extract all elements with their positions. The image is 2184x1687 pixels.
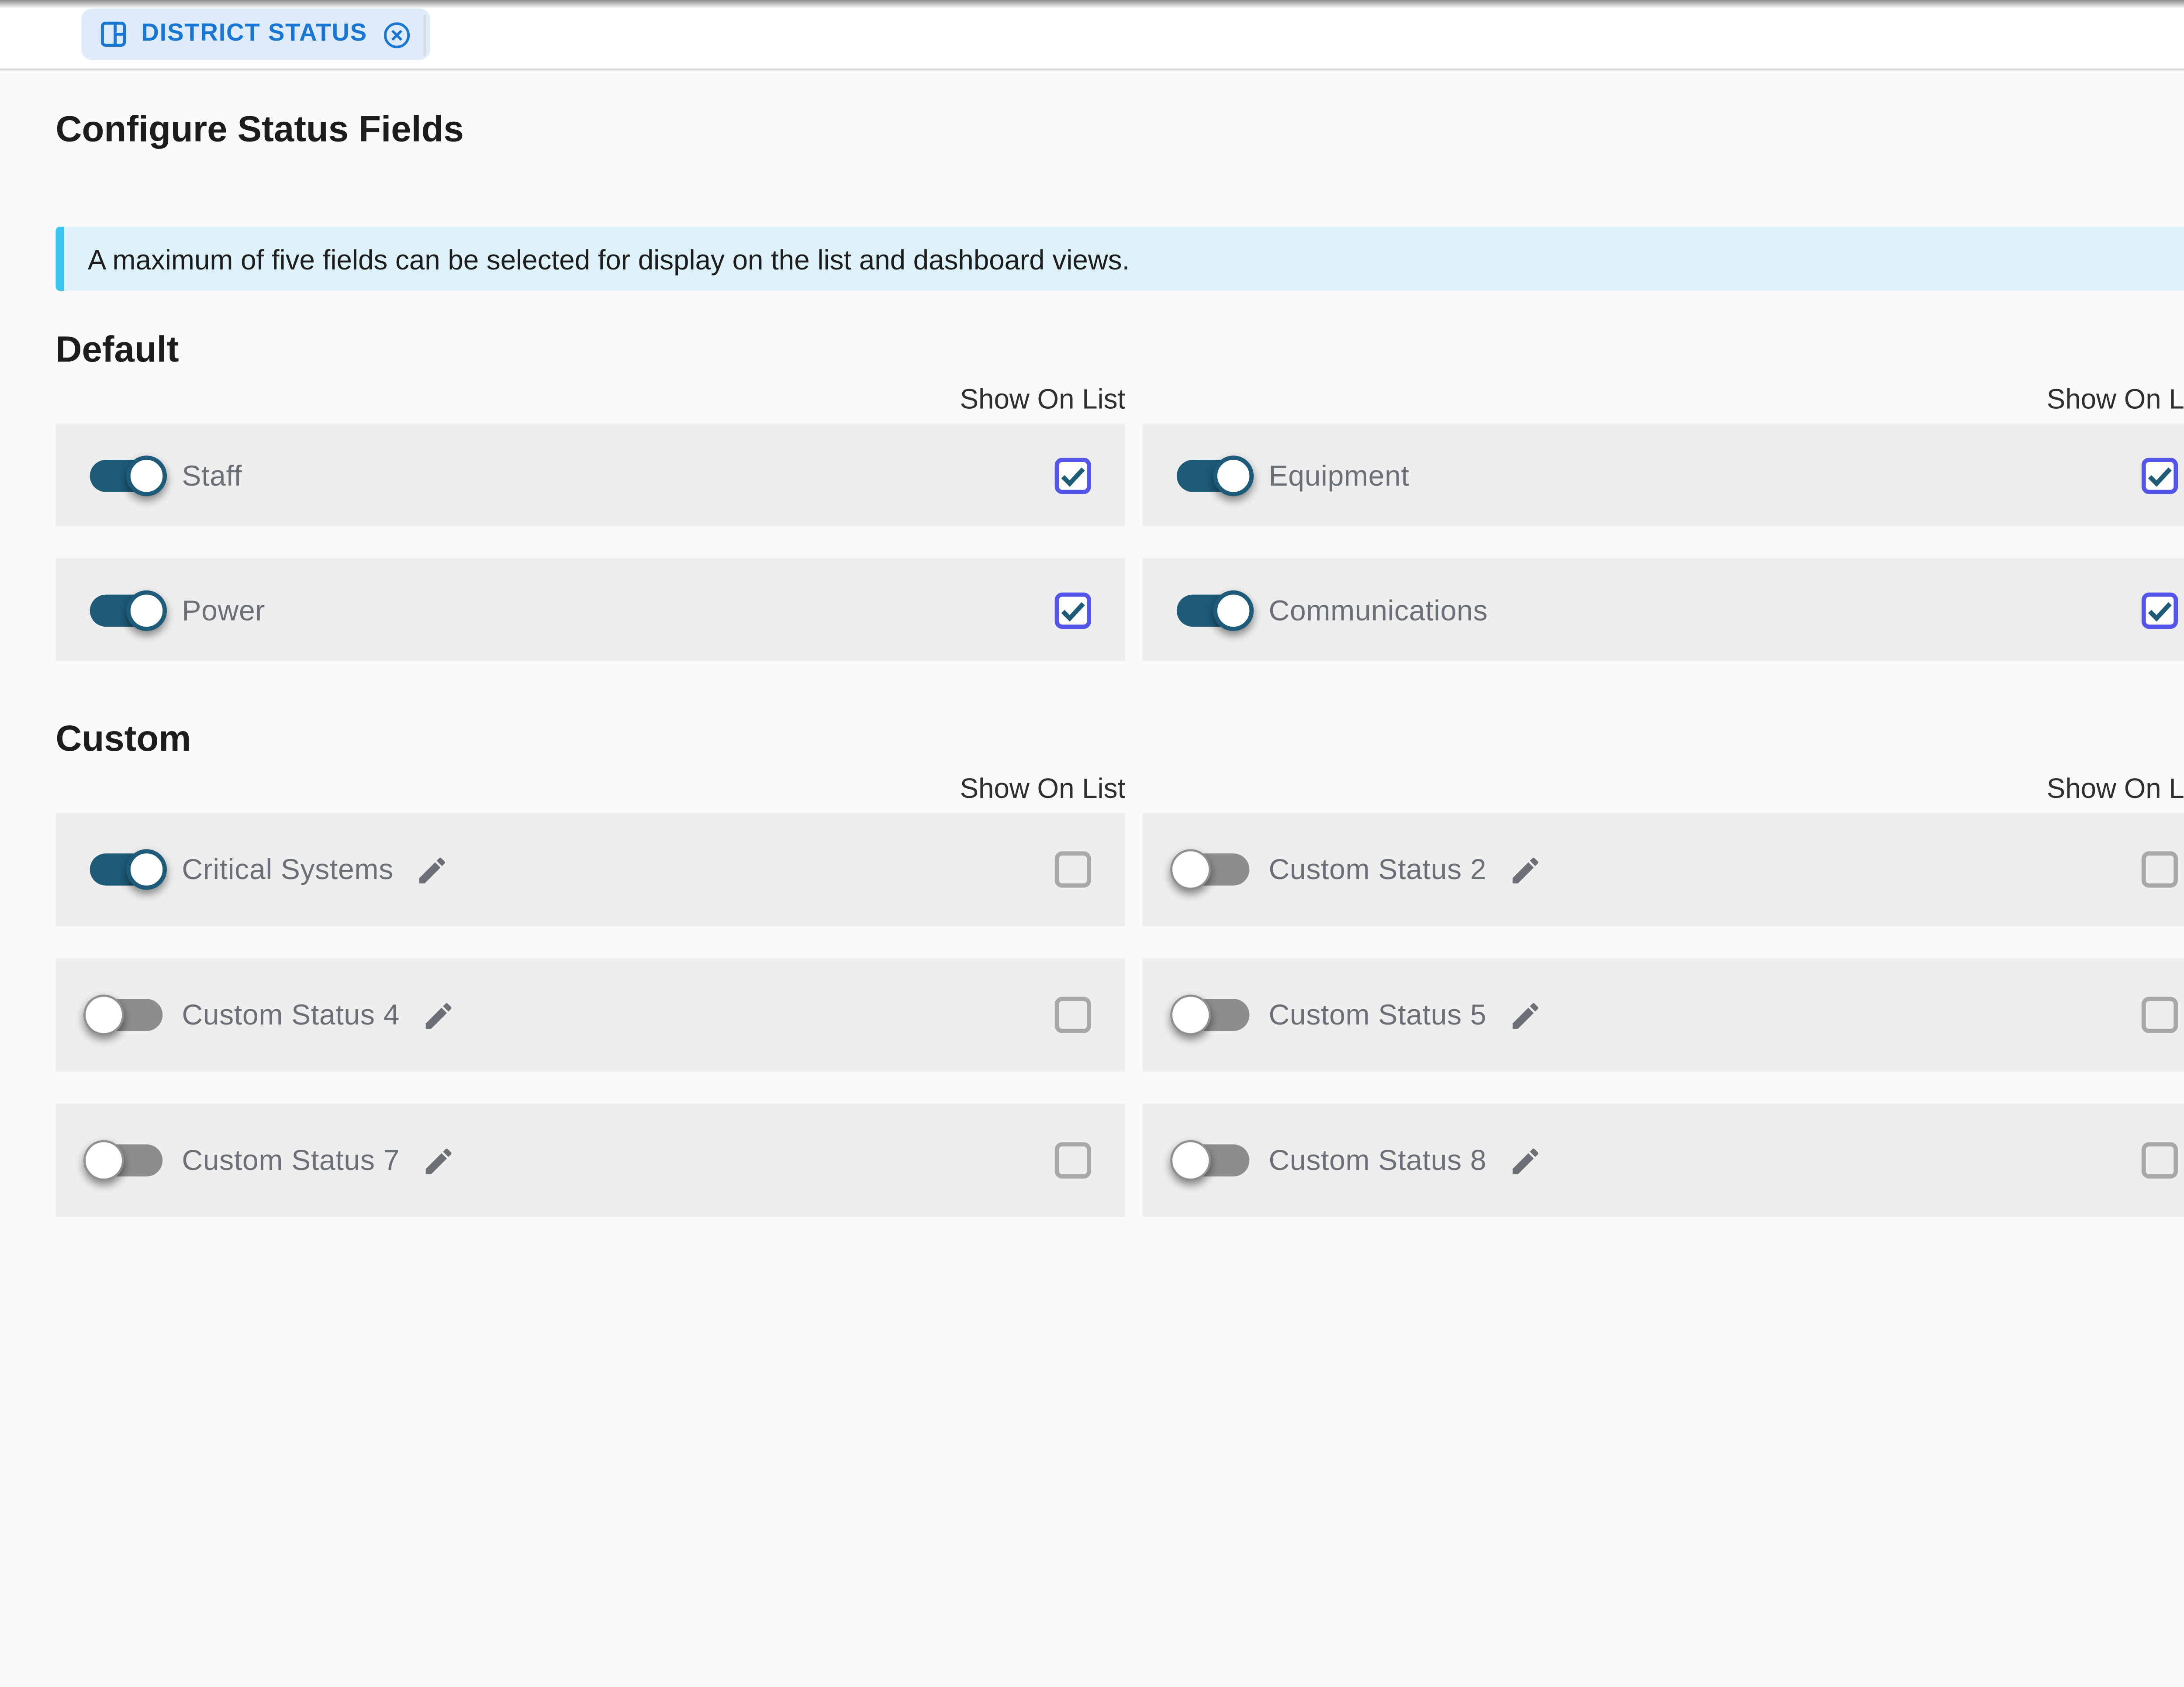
tab-divider [424, 15, 426, 55]
show-on-list-header: Show On List [1143, 772, 2184, 806]
enable-toggle[interactable] [1177, 459, 1250, 491]
enable-toggle[interactable] [90, 459, 163, 491]
show-on-list-checkbox[interactable] [1055, 591, 1091, 628]
status-row: Staff [55, 424, 1125, 526]
info-banner: A maximum of five fields can be selected… [55, 227, 2184, 291]
edit-pencil-icon [421, 998, 455, 1032]
edit-button[interactable] [415, 852, 449, 887]
status-row: Power [55, 558, 1125, 661]
app-window: DISTRICT STATUS [0, 0, 2184, 1687]
enable-toggle[interactable] [1177, 853, 1250, 885]
tab-label: DISTRICT STATUS [141, 21, 367, 47]
edit-button[interactable] [1508, 852, 1542, 887]
status-row: Custom Status 8 [1143, 1104, 2184, 1217]
status-section-default: Default Show On List Show On List Show O… [55, 327, 2184, 661]
column-headers: Show On List Show On List Show On List [55, 383, 2184, 417]
show-on-list-checkbox[interactable] [2142, 851, 2178, 887]
toggle-knob [1170, 995, 1211, 1035]
status-grid: Staff Equipment Fuel [55, 424, 2184, 661]
toggle-knob [83, 995, 124, 1035]
toggle-knob [1170, 1140, 1211, 1181]
content-area: Configure Status Fields A maximum of fiv… [0, 71, 2184, 1217]
status-label: Custom Status 4 [182, 999, 400, 1031]
enable-toggle[interactable] [1177, 1144, 1250, 1176]
show-on-list-checkbox[interactable] [2142, 997, 2178, 1033]
status-label: Custom Status 8 [1268, 1144, 1486, 1176]
top-bar: DISTRICT STATUS [0, 0, 2184, 71]
checkmark-icon [1057, 459, 1089, 491]
toggle-knob [1213, 455, 1254, 495]
status-row: Communications [1143, 558, 2184, 661]
status-label: Custom Status 5 [1268, 999, 1486, 1031]
edit-button[interactable] [1508, 1143, 1542, 1177]
section-title: Default [55, 327, 2184, 372]
edit-pencil-icon [1508, 998, 1542, 1032]
status-row: Critical Systems [55, 813, 1125, 926]
edit-pencil-icon [1508, 852, 1542, 887]
edit-button[interactable] [421, 998, 455, 1032]
layout-columns-icon [98, 19, 128, 49]
show-on-list-checkbox[interactable] [1055, 851, 1091, 887]
enable-toggle[interactable] [1177, 999, 1250, 1031]
enable-toggle[interactable] [1177, 593, 1250, 625]
status-section-custom: Custom Show On List Show On List Show On… [55, 717, 2184, 1217]
toggle-knob [126, 849, 167, 890]
toggle-knob [1213, 589, 1254, 630]
checkmark-icon [1057, 593, 1089, 625]
toggle-knob [1170, 849, 1211, 890]
status-label: Power [182, 593, 265, 625]
close-circle-icon[interactable] [380, 18, 412, 50]
checkmark-icon [2144, 593, 2176, 625]
info-banner-text: A maximum of five fields can be selected… [88, 243, 1130, 275]
show-on-list-header: Show On List [55, 772, 1125, 806]
show-on-list-checkbox[interactable] [2142, 591, 2178, 628]
enable-toggle[interactable] [90, 853, 163, 885]
edit-button[interactable] [1508, 998, 1542, 1032]
show-on-list-checkbox[interactable] [1055, 457, 1091, 493]
status-row: Custom Status 2 [1143, 813, 2184, 926]
edit-pencil-icon [421, 1143, 455, 1177]
page-title: Configure Status Fields [55, 107, 2184, 154]
show-on-list-header: Show On List [1143, 383, 2184, 417]
tab-district-status[interactable]: DISTRICT STATUS [81, 9, 429, 60]
section-title: Custom [55, 717, 2184, 762]
toggle-knob [126, 455, 167, 495]
status-label: Custom Status 7 [182, 1144, 400, 1176]
edit-pencil-icon [1508, 1143, 1542, 1177]
column-headers: Show On List Show On List Show On List [55, 772, 2184, 806]
status-label: Equipment [1268, 459, 1409, 491]
edit-button[interactable] [421, 1143, 455, 1177]
show-on-list-checkbox[interactable] [2142, 457, 2178, 493]
status-row: Equipment [1143, 424, 2184, 526]
edit-pencil-icon [415, 852, 449, 887]
status-row: Custom Status 5 [1143, 958, 2184, 1072]
show-on-list-checkbox[interactable] [2142, 1142, 2178, 1179]
status-label: Communications [1268, 593, 1488, 625]
enable-toggle[interactable] [90, 999, 163, 1031]
show-on-list-checkbox[interactable] [1055, 1142, 1091, 1179]
status-grid: Critical Systems Custom Status 2 [55, 813, 2184, 1217]
enable-toggle[interactable] [90, 593, 163, 625]
show-on-list-header: Show On List [55, 383, 1125, 417]
checkmark-icon [2144, 459, 2176, 491]
status-label: Staff [182, 459, 242, 491]
toggle-knob [126, 589, 167, 630]
status-row: Custom Status 4 [55, 958, 1125, 1072]
status-label: Custom Status 2 [1268, 853, 1486, 885]
status-label: Critical Systems [182, 853, 394, 885]
enable-toggle[interactable] [90, 1144, 163, 1176]
toggle-knob [83, 1140, 124, 1181]
show-on-list-checkbox[interactable] [1055, 997, 1091, 1033]
status-row: Custom Status 7 [55, 1104, 1125, 1217]
sections-container: Default Show On List Show On List Show O… [55, 327, 2184, 1217]
